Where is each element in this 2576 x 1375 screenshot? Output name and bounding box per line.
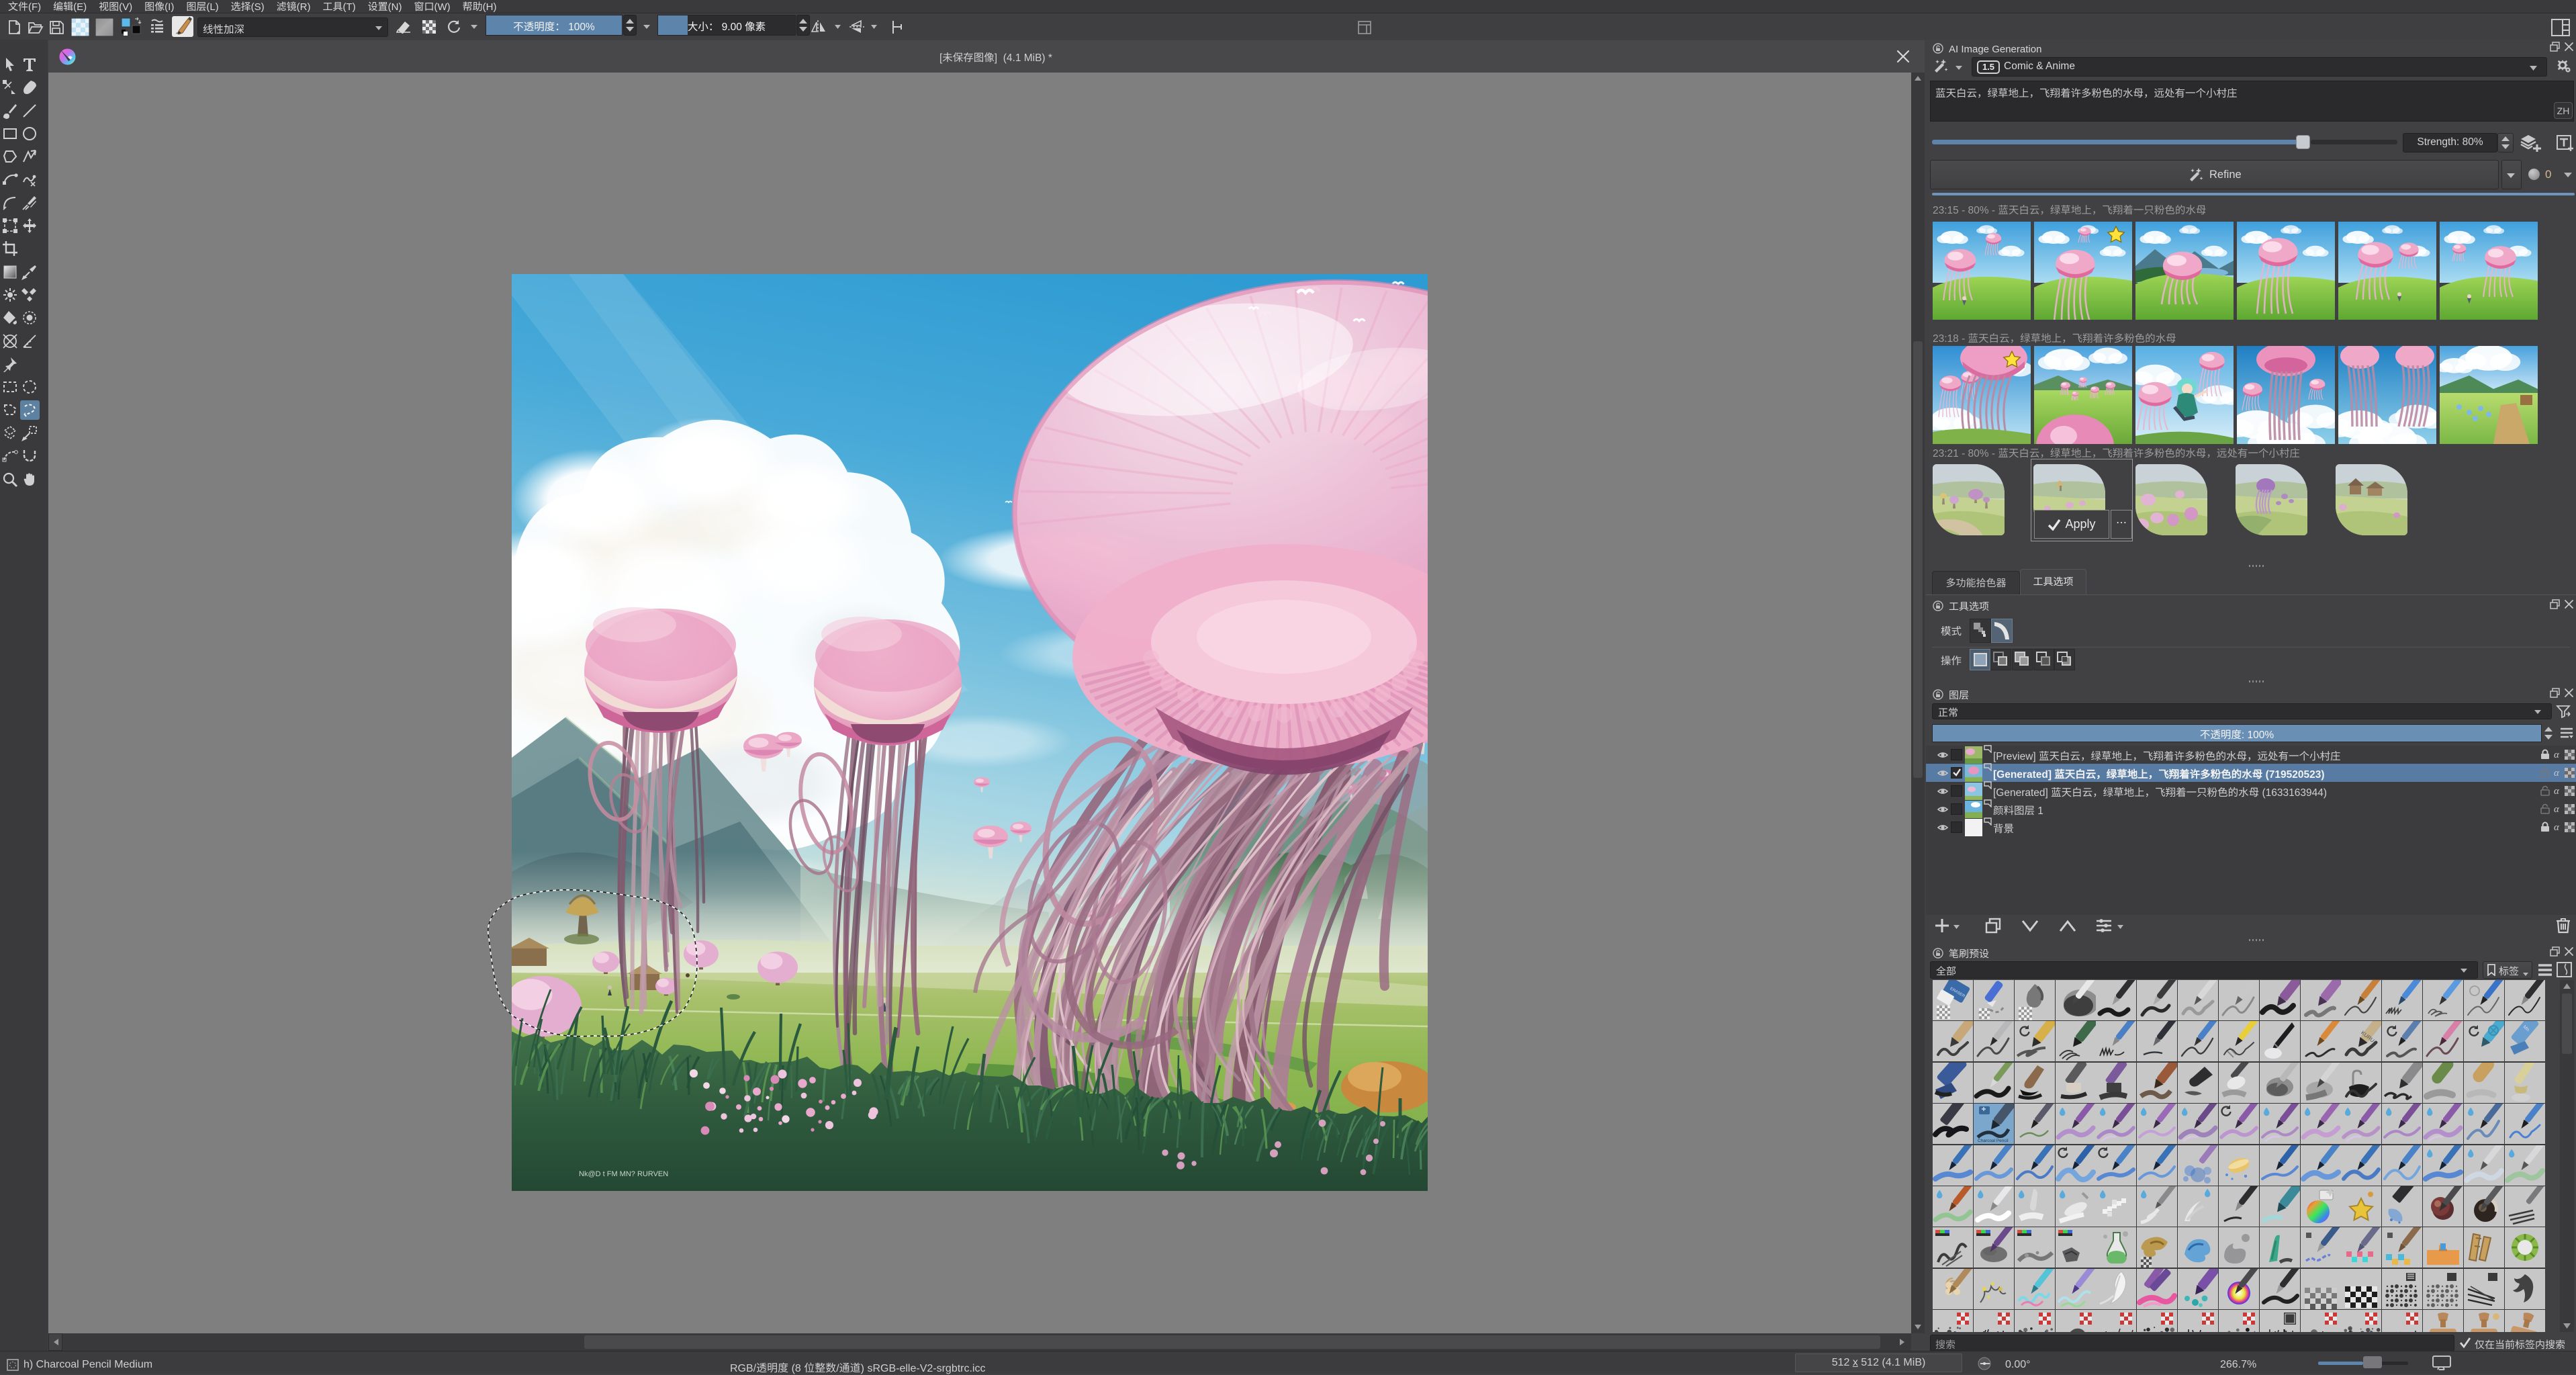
svg-text:α: α	[2554, 768, 2560, 778]
svg-text:α: α	[2554, 804, 2560, 814]
svg-text:Charcoal Pencil: Charcoal Pencil	[1978, 1139, 2009, 1143]
svg-text:α: α	[2554, 750, 2560, 760]
svg-text:α: α	[2554, 786, 2560, 796]
svg-text:α: α	[2554, 822, 2560, 832]
svg-text:Nk@D t FM MN? RURVEN: Nk@D t FM MN? RURVEN	[579, 1170, 668, 1178]
